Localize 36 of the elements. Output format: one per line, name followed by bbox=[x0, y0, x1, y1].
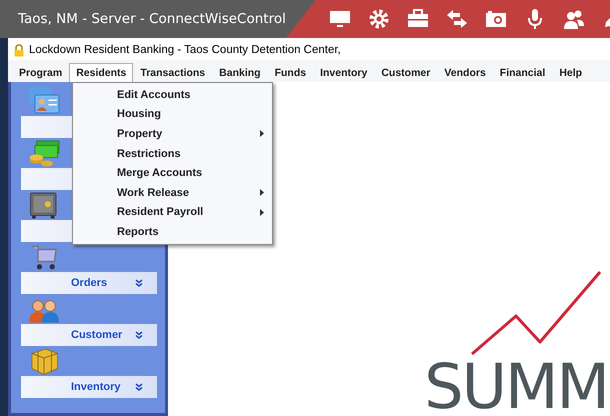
window-title: Taos, NM - Server - ConnectWiseControl bbox=[18, 11, 286, 27]
menu-item[interactable]: Edit Accounts bbox=[73, 85, 272, 105]
menu-item[interactable]: Customer bbox=[374, 63, 438, 82]
menu-item[interactable]: Reports bbox=[73, 222, 272, 242]
menu-item[interactable]: Merge Accounts bbox=[73, 163, 272, 183]
menu-item[interactable]: Financial bbox=[492, 63, 552, 82]
menu-item[interactable]: Housing bbox=[73, 104, 272, 124]
chevron-icon bbox=[135, 331, 143, 339]
chevron-icon bbox=[135, 383, 143, 391]
money-icon bbox=[27, 138, 61, 168]
menu-item[interactable]: Program bbox=[12, 63, 70, 82]
toolbox-icon[interactable] bbox=[406, 8, 429, 30]
camera-icon[interactable] bbox=[484, 8, 507, 30]
menu-item[interactable]: Help bbox=[552, 63, 590, 82]
menu-item[interactable]: Inventory bbox=[313, 63, 374, 82]
id-cards-icon bbox=[27, 86, 61, 116]
sidebar-item[interactable]: Orders bbox=[21, 272, 157, 294]
app-title: Lockdown Resident Banking - Taos County Detention Center, bbox=[29, 44, 341, 56]
people-icon[interactable] bbox=[562, 8, 585, 30]
gear-icon[interactable] bbox=[368, 8, 390, 30]
logo-text: SUMM bbox=[424, 358, 608, 416]
sidebar-item[interactable]: Customer bbox=[21, 324, 157, 346]
chevron-icon bbox=[135, 279, 143, 287]
menu-item[interactable]: Resident Payroll bbox=[73, 202, 272, 222]
menu-item[interactable]: Property bbox=[73, 124, 272, 144]
menu-item[interactable]: Work Release bbox=[73, 182, 272, 203]
menu-item[interactable]: Funds bbox=[268, 63, 314, 82]
menu-item[interactable]: Residents bbox=[69, 63, 134, 82]
menu-item[interactable]: Restrictions bbox=[73, 144, 272, 164]
arrows-icon[interactable] bbox=[446, 8, 468, 30]
monitor-icon[interactable] bbox=[328, 8, 351, 30]
lock-icon bbox=[14, 44, 24, 56]
sidebar-item[interactable]: Inventory bbox=[21, 376, 157, 398]
menu-item[interactable]: Banking bbox=[212, 63, 268, 82]
menu-item[interactable]: Transactions bbox=[133, 63, 212, 82]
menu-item[interactable]: Vendors bbox=[437, 63, 493, 82]
